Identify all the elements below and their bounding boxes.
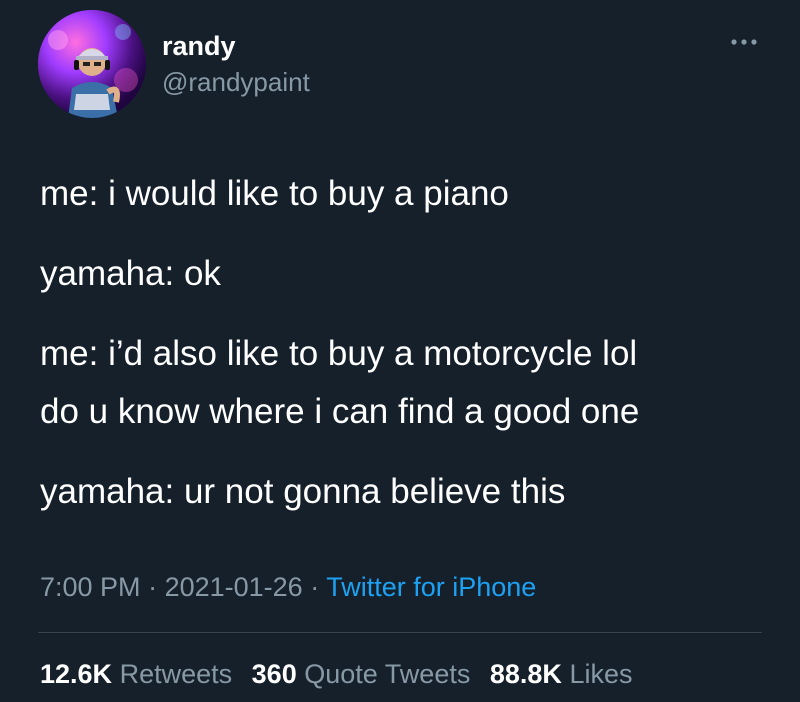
tweet-line: yamaha: ur not gonna believe this (40, 472, 566, 511)
tweet-line: do u know where i can find a good one (40, 392, 640, 431)
tweet-stats: 12.6K Retweets 360 Quote Tweets 88.8K Li… (40, 657, 644, 691)
retweets-label: Retweets (119, 659, 233, 689)
meta-separator: · (140, 572, 165, 602)
tweet-source-link[interactable]: Twitter for iPhone (326, 572, 536, 602)
likes-stat[interactable]: 88.8K Likes (490, 659, 633, 689)
avatar-image (38, 10, 146, 118)
tweet-line: me: i’d also like to buy a motorcycle lo… (40, 334, 638, 373)
meta-separator: · (302, 572, 327, 602)
tweet-card: randy @randypaint me: i would like to bu… (0, 0, 800, 702)
quote-tweets-count: 360 (251, 659, 297, 689)
likes-count: 88.8K (489, 659, 562, 689)
tweet-line: me: i would like to buy a piano (40, 174, 509, 213)
quote-tweets-label: Quote Tweets (304, 659, 471, 689)
tweet-date[interactable]: 2021-01-26 (165, 572, 303, 602)
profile-avatar[interactable] (38, 10, 146, 118)
author-handle[interactable]: @randypaint (162, 66, 310, 98)
tweet-line: yamaha: ok (40, 254, 221, 293)
quote-tweets-stat[interactable]: 360 Quote Tweets (252, 659, 471, 689)
tweet-text: me: i would like to buy a piano yamaha: … (40, 165, 780, 521)
more-options-icon[interactable] (726, 30, 762, 54)
divider (38, 632, 762, 633)
tweet-metadata: 7:00 PM · 2021-01-26 · Twitter for iPhon… (40, 570, 536, 604)
retweets-count: 12.6K (40, 659, 113, 689)
likes-label: Likes (569, 659, 633, 689)
tweet-time[interactable]: 7:00 PM (40, 572, 141, 602)
author-display-name[interactable]: randy (162, 30, 236, 62)
retweets-stat[interactable]: 12.6K Retweets (40, 659, 232, 689)
